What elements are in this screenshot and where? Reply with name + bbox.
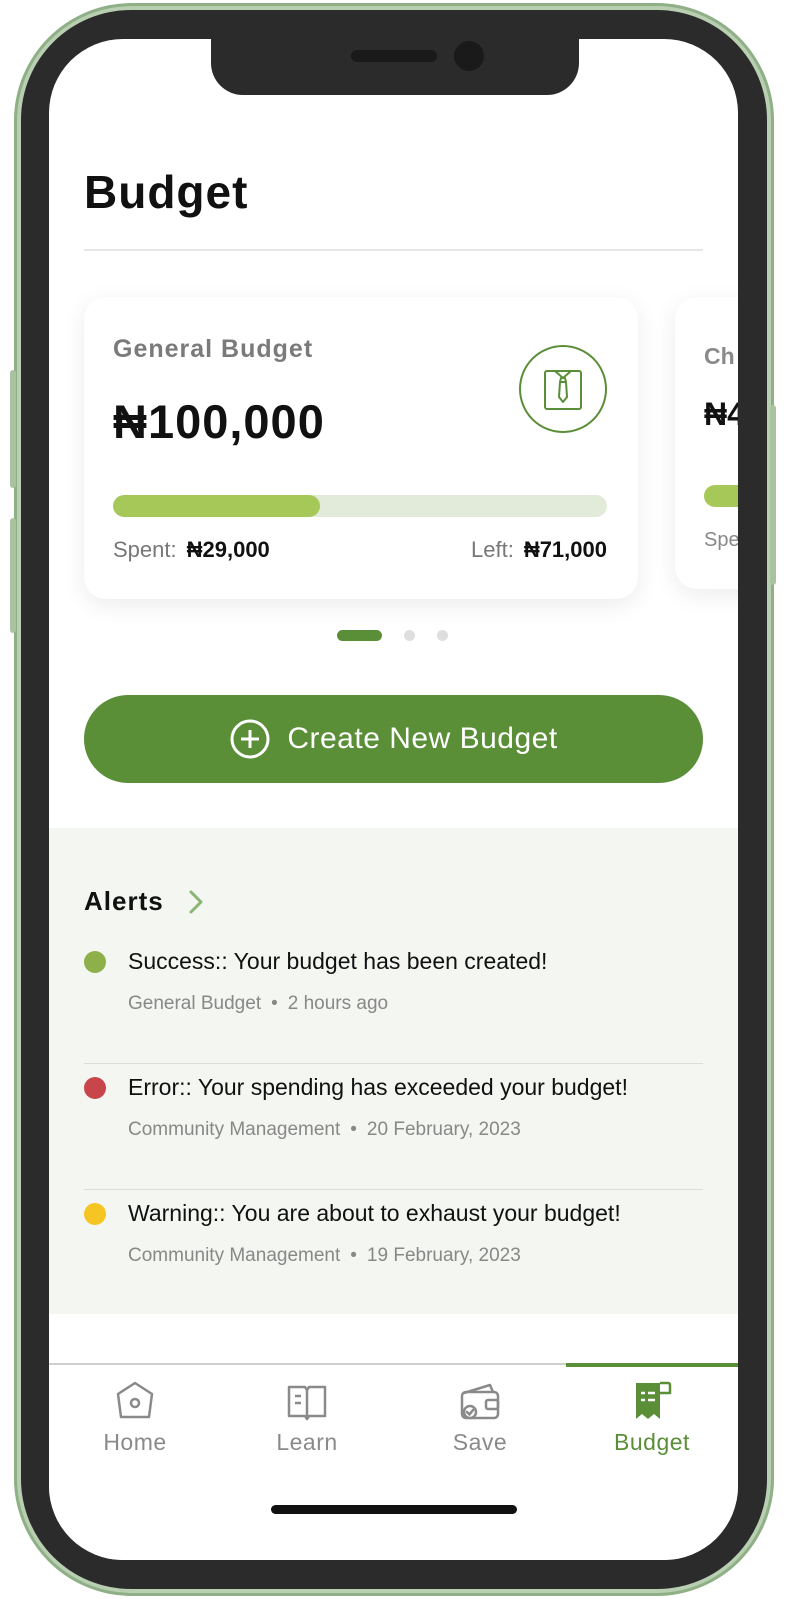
alert-item-warning[interactable]: Warning:: You are about to exhaust your … — [84, 1190, 703, 1316]
create-new-budget-button[interactable]: Create New Budget — [84, 695, 703, 783]
book-icon — [287, 1385, 327, 1421]
bottom-tab-bar: Home Learn Save Budget — [49, 1363, 738, 1560]
budget-progress-bar — [704, 485, 738, 507]
create-button-label: Create New Budget — [287, 722, 558, 755]
bullet-separator: • — [271, 993, 278, 1014]
alert-item-success[interactable]: Success:: Your budget has been created! … — [84, 938, 703, 1064]
title-divider — [84, 249, 703, 251]
budget-progress-fill — [113, 495, 321, 517]
left-info: Left: ₦71,000 — [471, 537, 607, 563]
left-value: ₦71,000 — [523, 537, 607, 562]
alert-time: 2 hours ago — [287, 993, 389, 1014]
tab-label: Home — [103, 1429, 167, 1455]
status-dot-warning — [84, 1203, 106, 1225]
page-dot-active[interactable] — [337, 629, 382, 641]
shirt-tie-icon — [519, 345, 607, 433]
alert-time: 20 February, 2023 — [366, 1119, 521, 1140]
bullet-separator: • — [350, 1245, 357, 1266]
alert-time: 19 February, 2023 — [366, 1245, 521, 1266]
spent-value: ₦29,000 — [186, 537, 270, 562]
chevron-right-icon[interactable] — [188, 889, 204, 915]
page-dot[interactable] — [437, 629, 448, 641]
alert-meta: General Budget • 2 hours ago — [128, 993, 388, 1015]
alert-meta: Community Management • 19 February, 2023 — [128, 1245, 521, 1267]
budget-progress-bar — [113, 495, 607, 517]
active-tab-indicator — [566, 1363, 738, 1367]
budget-card-next[interactable]: Ch ₦4 Spe — [675, 297, 738, 589]
home-indicator[interactable] — [271, 1505, 517, 1514]
home-icon — [116, 1381, 154, 1419]
alerts-section: Alerts Success:: Your budget has been cr… — [49, 828, 738, 1314]
alert-message: Warning:: You are about to exhaust your … — [128, 1200, 621, 1226]
tab-save[interactable]: Save — [394, 1379, 566, 1463]
tab-label: Learn — [276, 1429, 338, 1455]
tab-learn[interactable]: Learn — [221, 1379, 393, 1463]
tab-budget[interactable]: Budget — [566, 1379, 738, 1463]
budget-card-amount: ₦100,000 — [113, 395, 325, 448]
budget-card-general[interactable]: General Budget ₦100,000 Spent: ₦29,000 Le… — [84, 297, 638, 599]
alerts-title: Alerts — [84, 886, 164, 916]
speaker — [351, 50, 437, 62]
budget-card-amount: ₦4 — [704, 396, 738, 432]
spent-info: Spent: ₦29,000 — [113, 537, 270, 563]
plus-circle-icon — [230, 719, 270, 759]
alerts-header[interactable]: Alerts — [84, 886, 204, 917]
volume-up-button — [10, 370, 16, 488]
spent-label: Spe — [704, 529, 738, 551]
alert-meta: Community Management • 20 February, 2023 — [128, 1119, 521, 1141]
spent-label: Spent: — [113, 537, 177, 562]
alert-item-error[interactable]: Error:: Your spending has exceeded your … — [84, 1064, 703, 1190]
left-label: Left: — [471, 537, 514, 562]
bullet-separator: • — [350, 1119, 357, 1140]
screen: Budget General Budget ₦100,000 Spent: ₦29… — [49, 39, 738, 1560]
volume-down-button — [10, 518, 16, 633]
wallet-icon — [460, 1383, 500, 1420]
front-camera — [454, 41, 484, 71]
carousel-pagination — [337, 629, 448, 641]
budget-card-label: General Budget — [113, 335, 314, 363]
budget-card-label: Ch — [704, 343, 735, 369]
alert-source: Community Management — [128, 1119, 341, 1140]
tab-label: Save — [452, 1429, 508, 1455]
alert-source: Community Management — [128, 1245, 341, 1266]
status-dot-success — [84, 951, 106, 973]
receipt-icon — [636, 1381, 672, 1419]
notch — [211, 39, 579, 95]
tab-home[interactable]: Home — [49, 1379, 221, 1463]
page-title: Budget — [84, 166, 249, 218]
page-dot[interactable] — [404, 629, 415, 641]
power-button — [770, 405, 776, 585]
status-dot-error — [84, 1077, 106, 1099]
alert-message: Error:: Your spending has exceeded your … — [128, 1074, 628, 1100]
alert-source: General Budget — [128, 993, 262, 1014]
tab-label: Budget — [614, 1429, 690, 1455]
alert-message: Success:: Your budget has been created! — [128, 948, 548, 974]
